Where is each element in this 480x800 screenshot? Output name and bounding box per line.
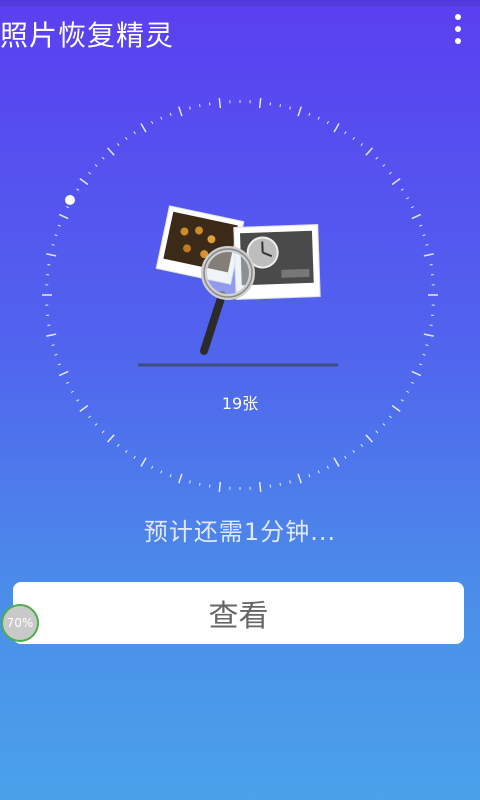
dial-tick [101, 430, 105, 434]
dial-tick [66, 381, 70, 384]
dial-tick [406, 197, 410, 200]
dial-tick [189, 106, 191, 110]
dial-tick [57, 363, 61, 366]
eta-text: 预计还需1分钟... [143, 518, 337, 546]
dial-tick [198, 482, 201, 486]
dial-tick [360, 143, 364, 147]
dial-tick [411, 213, 422, 220]
dial-tick [308, 474, 311, 478]
dial-tick [160, 470, 163, 474]
dial-tick [160, 116, 163, 120]
dial-tick [425, 344, 429, 346]
dial-tick [198, 104, 201, 108]
dial-tick [54, 234, 58, 237]
dial-tick [419, 224, 423, 227]
dial-tick [116, 443, 120, 447]
dial-tick [124, 450, 128, 454]
dial-tick [425, 244, 429, 246]
dial-tick [388, 171, 392, 175]
dial-tick [51, 344, 55, 346]
dial-tick [178, 106, 183, 117]
dial-tick [391, 178, 401, 186]
dial-tick [326, 465, 329, 469]
dial-tick [344, 455, 347, 459]
dial-tick [297, 106, 302, 117]
dial-tick [106, 147, 115, 156]
dial-tick [140, 123, 147, 133]
dial-tick [422, 234, 426, 237]
dial-tick [411, 370, 422, 377]
dial-tick [101, 156, 105, 160]
dial-tick [317, 470, 320, 474]
dial-tick [289, 106, 291, 110]
dial-tick [88, 415, 92, 419]
dial-tick [289, 480, 291, 484]
dial-tick [388, 415, 392, 419]
dial-tick [382, 164, 386, 167]
recovered-count: 19张 [221, 394, 259, 413]
dial-tick [419, 363, 423, 366]
dial-tick [365, 434, 374, 443]
dial-tick [58, 213, 69, 220]
app-title: 照片恢复精灵 [0, 19, 175, 52]
dial-tick [360, 443, 364, 447]
dial-tick [151, 121, 154, 125]
dial-tick [423, 333, 434, 337]
dial-tick [326, 121, 329, 125]
dial-tick [169, 474, 172, 478]
dial-tick [375, 430, 379, 434]
dial-tick [178, 473, 183, 484]
dial-tick [189, 480, 191, 484]
dial-tick [317, 116, 320, 120]
dial-tick [308, 112, 311, 116]
dial-tick [133, 455, 136, 459]
dial-tick [58, 370, 69, 377]
dial-tick [46, 333, 57, 337]
dial-tick [76, 188, 80, 191]
dial-tick [218, 481, 222, 492]
dial-tick [57, 224, 61, 227]
dial-tick [410, 381, 414, 384]
dial-tick [140, 457, 147, 467]
overflow-menu-icon[interactable] [450, 14, 466, 44]
photo-magnifier-icon [138, 205, 338, 367]
dial-tick [106, 434, 115, 443]
dial-tick [297, 473, 302, 484]
dial-tick [422, 353, 426, 356]
dial-tick [279, 482, 282, 486]
dial-tick [94, 164, 98, 167]
dial-tick [400, 188, 404, 191]
dial-tick [54, 353, 58, 356]
dial-tick [218, 98, 222, 109]
dial-tick [410, 206, 414, 209]
dial-tick [333, 123, 340, 133]
dial-tick [79, 178, 89, 186]
dial-tick [382, 423, 386, 426]
dial-tick [116, 143, 120, 147]
scan-indicator-dot [65, 195, 75, 205]
progress-badge: 70% [1, 604, 39, 642]
status-bar [0, 0, 480, 6]
dial-tick [94, 423, 98, 426]
dial-tick [88, 171, 92, 175]
dial-tick [133, 131, 136, 135]
dial-tick [423, 253, 434, 257]
dial-tick [169, 112, 172, 116]
dial-tick [66, 206, 70, 209]
scan-dial [42, 98, 438, 492]
view-button[interactable]: 查看 [13, 582, 464, 644]
dial-tick [258, 481, 262, 492]
dial-tick [352, 136, 356, 140]
dial-tick [352, 450, 356, 454]
dial-tick [279, 104, 282, 108]
dial-tick [258, 98, 262, 109]
dial-tick [51, 244, 55, 246]
dial-tick [375, 156, 379, 160]
dial-tick [365, 147, 374, 156]
dial-tick [333, 457, 340, 467]
dial-tick [46, 253, 57, 257]
dial-tick [151, 465, 154, 469]
dial-tick [124, 136, 128, 140]
dial-tick [344, 131, 347, 135]
